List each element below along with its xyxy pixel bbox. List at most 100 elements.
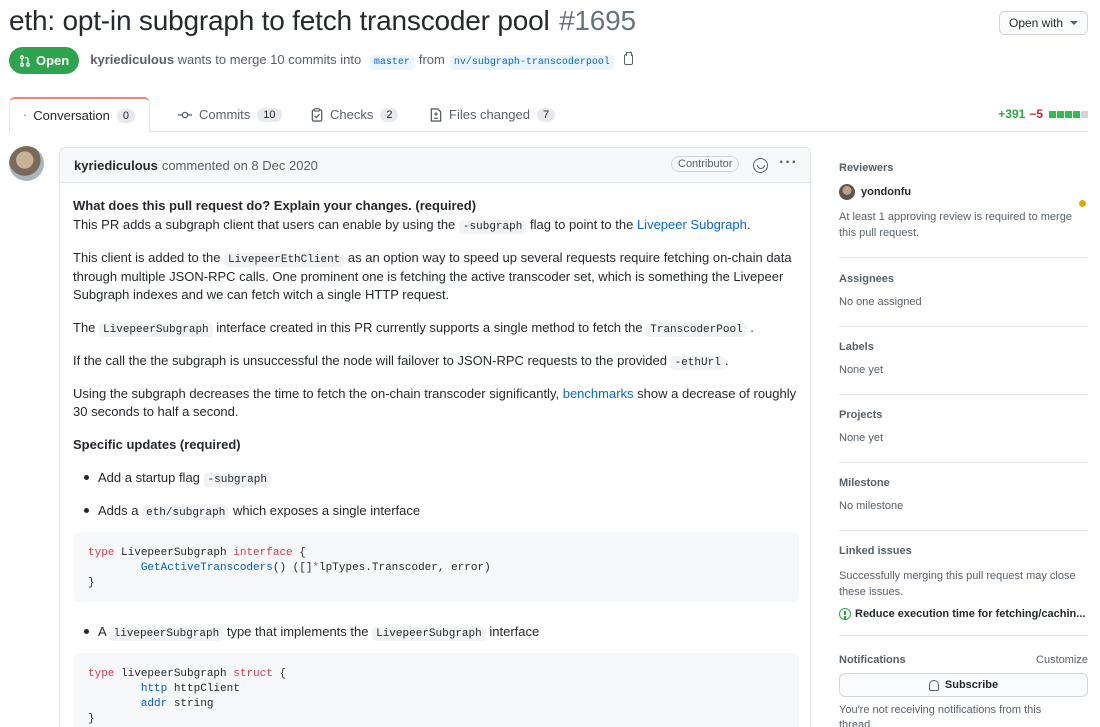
code-block: type livepeerSubgraph struct { http http… [74, 653, 799, 727]
head-branch[interactable]: nv/subgraph-transcoderpool [449, 54, 614, 70]
comment-author[interactable]: kyriediculous [74, 158, 158, 173]
checks-icon [311, 107, 323, 122]
tab-counter: 2 [380, 107, 399, 122]
sidebar-linked-issues: Linked issues Successfully merging this … [839, 545, 1088, 636]
reviewer[interactable]: yondonfu [839, 184, 1088, 200]
section-heading: Specific updates (required) [73, 437, 241, 452]
inline-code: eth/subgraph [142, 506, 230, 520]
text: Using the subgraph decreases the time to… [73, 386, 560, 401]
chevron-down-icon [1070, 21, 1079, 25]
code-token: { [279, 668, 287, 680]
code-token: string [173, 698, 214, 710]
code-token: type [88, 547, 115, 559]
diffstat-bar [1049, 110, 1088, 118]
tab-counter: 7 [536, 107, 556, 122]
pr-state-row: Open kyriediculous wants to merge 10 com… [9, 47, 633, 74]
inline-code: LivepeerSubgraph [99, 323, 213, 337]
author-avatar[interactable] [9, 146, 44, 181]
inline-code: -ethUrl [670, 356, 725, 370]
sidebar-heading[interactable]: Projects [839, 409, 1088, 421]
sidebar-heading[interactable]: Linked issues [839, 545, 1088, 557]
pr-number: #1695 [559, 5, 636, 36]
code-token: addr [140, 698, 168, 710]
sidebar-value: None yet [839, 432, 884, 444]
sidebar-heading[interactable]: Milestone [839, 477, 1088, 489]
code-token: httpClient [173, 683, 240, 695]
text: interface created in this PR currently s… [216, 320, 643, 335]
tab-commits[interactable]: Commits 10 [164, 97, 296, 132]
bell-icon [928, 679, 939, 691]
sidebar-assignees: Assignees No one assigned [839, 273, 1088, 327]
text: interface [489, 624, 540, 639]
notifications-note: You're not receiving notifications from … [839, 704, 1042, 727]
inline-code: -subgraph [203, 473, 271, 487]
code-block: type LivepeerSubgraph interface { GetAct… [74, 532, 799, 602]
sidebar-labels: Labels None yet [839, 341, 1088, 395]
reviewer-name: yondonfu [861, 186, 912, 198]
contributor-badge: Contributor [671, 156, 740, 172]
base-branch[interactable]: master [369, 54, 414, 70]
inline-code: TranscoderPool [646, 323, 747, 337]
from-text: from [418, 51, 445, 67]
pending-review-icon [1079, 200, 1086, 207]
open-with-button[interactable]: Open with [999, 11, 1088, 35]
code-token: struct [233, 668, 273, 680]
text: show a decrease of roughly [637, 386, 797, 401]
paragraph: This PR adds a subgraph client that user… [73, 215, 800, 237]
merge-text: wants to merge 10 commits into [177, 51, 362, 67]
paragraph: The LivepeerSubgraph interface created i… [73, 318, 800, 340]
text: type that implements the [226, 624, 369, 639]
text: This client is added to the [73, 250, 221, 265]
sidebar-heading[interactable]: Assignees [839, 273, 1088, 285]
diffstat-block [1057, 110, 1064, 118]
diffstat-block [1049, 110, 1056, 118]
more-options-icon[interactable]: ··· [779, 154, 798, 172]
customize-link[interactable]: Customize [1036, 654, 1088, 666]
tab-counter: 0 [116, 108, 135, 123]
subscribe-button[interactable]: Subscribe [839, 673, 1088, 697]
conversation-icon [24, 114, 27, 117]
text: Adds a [98, 503, 139, 518]
sidebar-milestone: Milestone No milestone [839, 477, 1088, 531]
paragraph: Using the subgraph decreases the time to… [73, 384, 800, 403]
code-token: interface [233, 547, 293, 559]
tab-conversation[interactable]: Conversation 0 [9, 97, 150, 133]
diffstat-block [1081, 110, 1088, 118]
diff-additions: +391 [998, 107, 1026, 121]
list-item: Adds a eth/subgraph which exposes a sing… [84, 501, 785, 523]
livepeer-subgraph-link[interactable]: Livepeer Subgraph [637, 217, 747, 232]
sidebar-heading[interactable]: Reviewers [839, 162, 1088, 174]
emoji-reaction-icon[interactable] [753, 158, 768, 173]
tab-label: Conversation [33, 108, 110, 123]
diffstat-block [1065, 110, 1072, 118]
benchmarks-link[interactable]: benchmarks [563, 386, 634, 401]
text: which exposes a single interface [232, 503, 421, 518]
section-heading: What does this pull request do? Explain … [73, 198, 477, 213]
text: . [724, 353, 729, 368]
sidebar-heading[interactable]: Labels [839, 341, 1088, 353]
linked-issue[interactable]: Reduce execution time for fetching/cachi… [839, 608, 1088, 620]
pr-title: eth: opt-in subgraph to fetch transcoder… [9, 5, 636, 37]
file-diff-icon [430, 107, 442, 122]
code-token: () ([] [272, 562, 313, 574]
author-link[interactable]: kyriediculous [90, 52, 174, 67]
code-token: } [88, 577, 95, 589]
pull-request-icon [20, 54, 30, 67]
code-token: lpTypes.Transcoder, error) [319, 562, 491, 574]
pr-title-text: eth: opt-in subgraph to fetch transcoder… [9, 5, 550, 36]
inline-code: LivepeerSubgraph [372, 627, 486, 641]
sidebar-notifications: Notifications Customize Subscribe You're… [839, 654, 1088, 727]
diffstat: +391 −5 [998, 107, 1088, 121]
status-badge-label: Open [36, 53, 70, 68]
tab-files-changed[interactable]: Files changed 7 [416, 97, 569, 132]
open-with-label: Open with [1008, 16, 1064, 30]
code-token: { [299, 547, 306, 559]
reviewers-note: At least 1 approving review is required … [839, 211, 1072, 239]
pr-tabs: Conversation 0 Commits 10 Checks 2 Files… [9, 97, 1088, 133]
comment-header: kyriediculous commented on 8 Dec 2020 Co… [60, 148, 810, 183]
comment-meta[interactable]: commented on 8 Dec 2020 [162, 158, 318, 173]
text: This PR adds a subgraph client that user… [73, 217, 456, 232]
tab-checks[interactable]: Checks 2 [297, 97, 412, 132]
copy-icon[interactable] [623, 51, 633, 65]
text: A [98, 624, 106, 639]
